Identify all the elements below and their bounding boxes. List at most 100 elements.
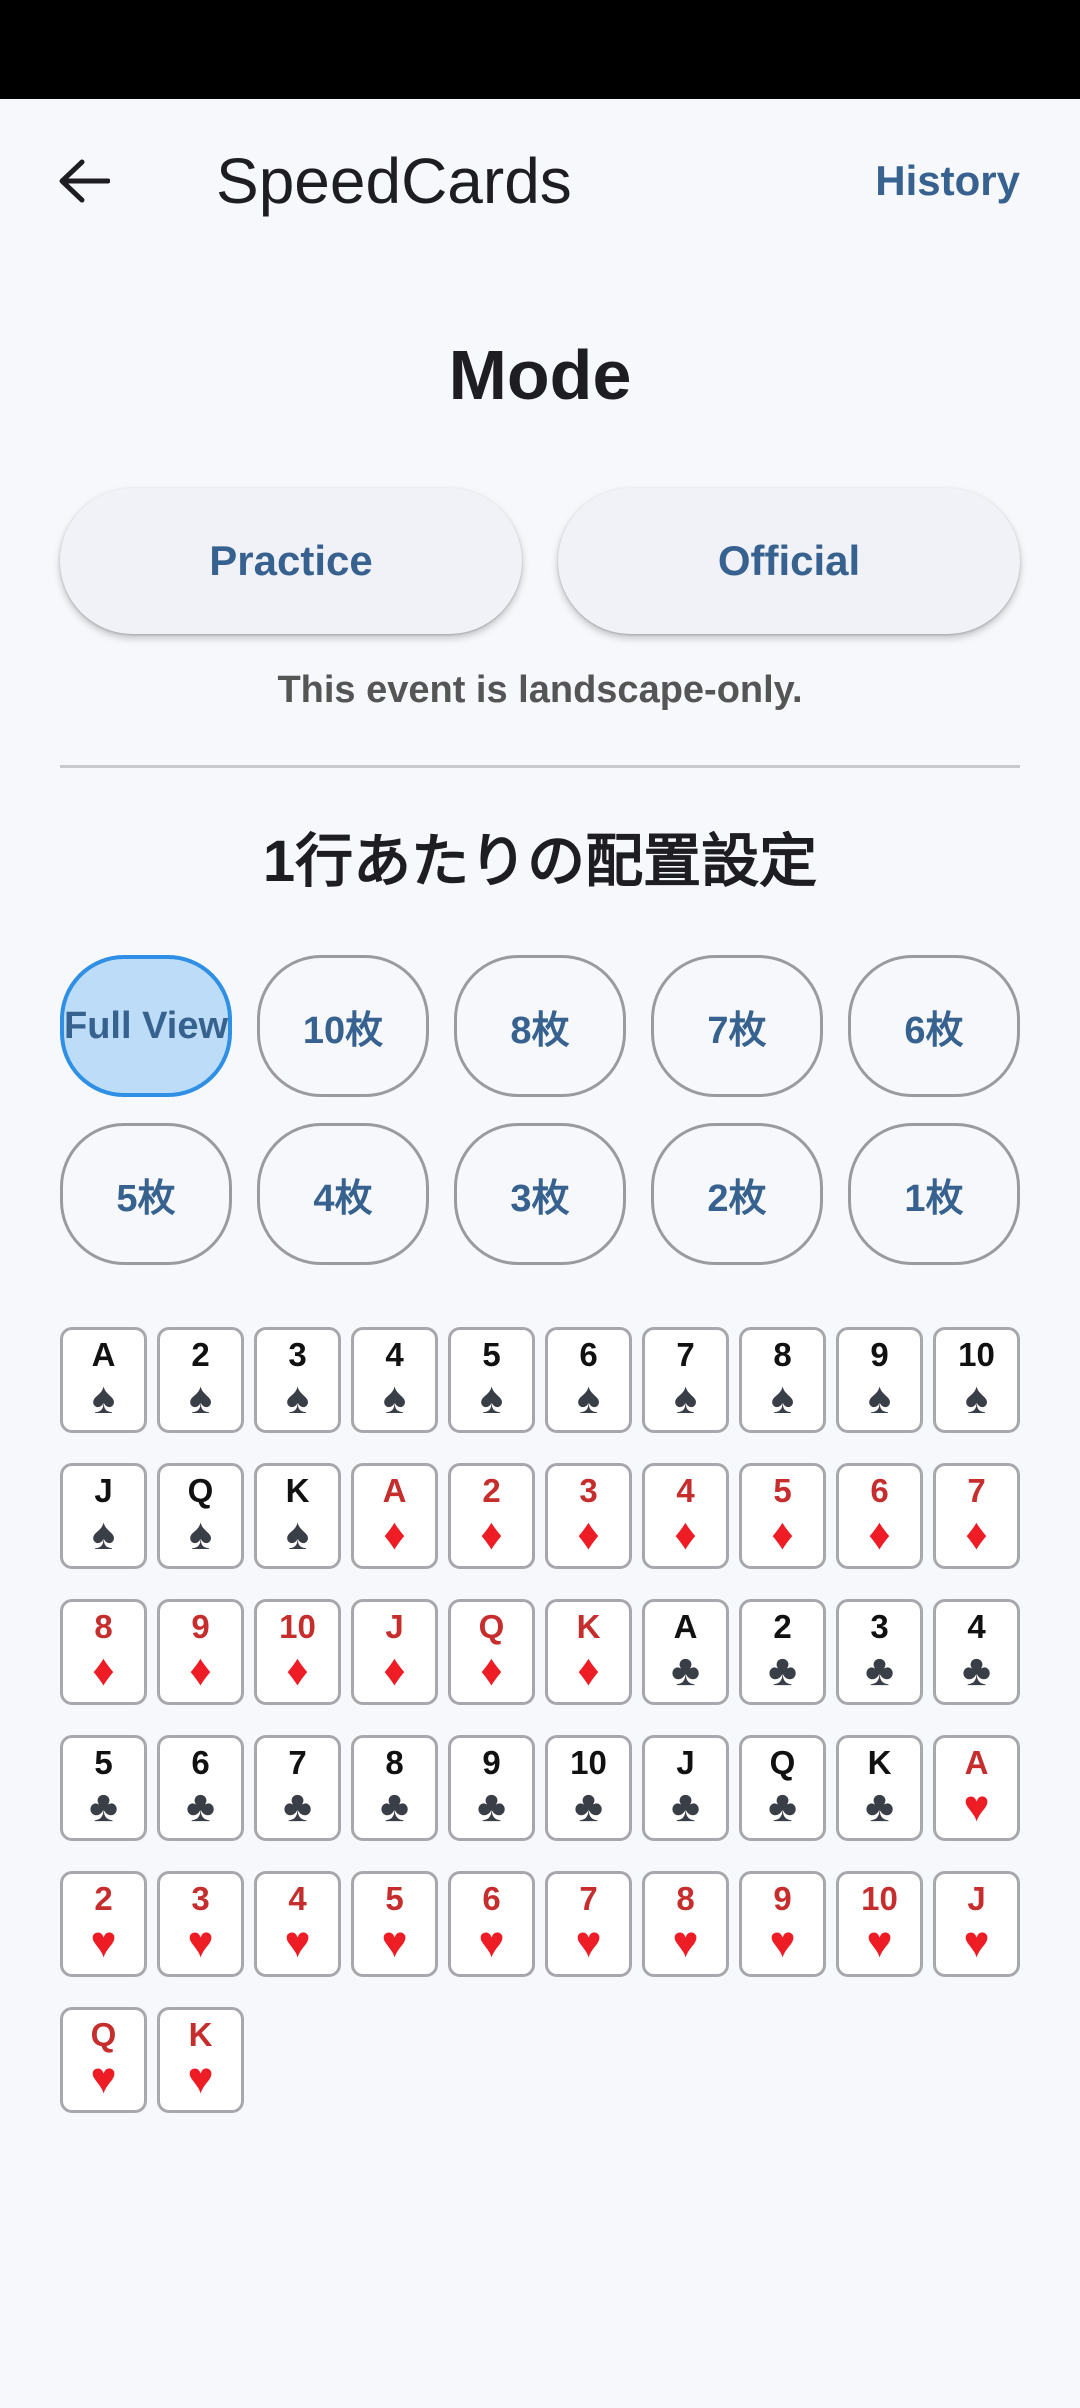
playing-card[interactable]: Q ♠: [157, 1463, 244, 1569]
playing-card[interactable]: K ♥: [157, 2007, 244, 2113]
heart-icon: ♥: [90, 1918, 117, 1967]
layout-option-chip[interactable]: 5枚: [60, 1123, 232, 1265]
playing-card[interactable]: 2 ♥: [60, 1871, 147, 1977]
playing-card[interactable]: 7 ♠: [642, 1327, 729, 1433]
back-button[interactable]: [44, 137, 124, 225]
spade-icon: ♠: [479, 1374, 504, 1423]
playing-card[interactable]: 9 ♣: [448, 1735, 535, 1841]
playing-card[interactable]: 8 ♣: [351, 1735, 438, 1841]
playing-card[interactable]: A ♣: [642, 1599, 729, 1705]
card-rank: 3: [288, 1336, 307, 1373]
heart-icon: ♥: [381, 1918, 408, 1967]
layout-option-chip[interactable]: 3枚: [454, 1123, 626, 1265]
card-rank: J: [676, 1744, 695, 1781]
club-icon: ♣: [380, 1782, 409, 1831]
card-rank: 7: [967, 1472, 986, 1509]
landscape-note: This event is landscape-only.: [277, 669, 803, 711]
club-icon: ♣: [89, 1782, 118, 1831]
heart-icon: ♥: [672, 1918, 699, 1967]
spade-icon: ♠: [285, 1374, 310, 1423]
card-rank: 3: [579, 1472, 598, 1509]
heart-icon: ♥: [187, 2054, 214, 2103]
club-icon: ♣: [283, 1782, 312, 1831]
playing-card[interactable]: 10 ♥: [836, 1871, 923, 1977]
playing-card[interactable]: 3 ♠: [254, 1327, 341, 1433]
playing-card[interactable]: 4 ♣: [933, 1599, 1020, 1705]
playing-card[interactable]: 5 ♠: [448, 1327, 535, 1433]
playing-card[interactable]: 9 ♠: [836, 1327, 923, 1433]
card-rank: 4: [967, 1608, 986, 1645]
practice-button[interactable]: Practice: [60, 488, 522, 634]
club-icon: ♣: [477, 1782, 506, 1831]
playing-card[interactable]: 9 ♥: [739, 1871, 826, 1977]
playing-card[interactable]: 2 ♣: [739, 1599, 826, 1705]
playing-card[interactable]: K ♠: [254, 1463, 341, 1569]
playing-card[interactable]: 7 ♣: [254, 1735, 341, 1841]
card-rank: 7: [676, 1336, 695, 1373]
layout-option-chip[interactable]: 1枚: [848, 1123, 1020, 1265]
history-button[interactable]: History: [875, 153, 1020, 209]
playing-card[interactable]: Q ♥: [60, 2007, 147, 2113]
playing-card[interactable]: K ♣: [836, 1735, 923, 1841]
playing-card[interactable]: 3 ♥: [157, 1871, 244, 1977]
heart-icon: ♥: [769, 1918, 796, 1967]
playing-card[interactable]: 6 ♣: [157, 1735, 244, 1841]
playing-card[interactable]: Q ♣: [739, 1735, 826, 1841]
playing-card[interactable]: 2 ♠: [157, 1327, 244, 1433]
playing-card[interactable]: 2 ♦: [448, 1463, 535, 1569]
playing-card[interactable]: A ♠: [60, 1327, 147, 1433]
playing-card[interactable]: 5 ♣: [60, 1735, 147, 1841]
playing-card[interactable]: 5 ♥: [351, 1871, 438, 1977]
heart-icon: ♥: [575, 1918, 602, 1967]
card-rank: 10: [861, 1880, 898, 1917]
card-grid: A ♠ 2 ♠ 3 ♠ 4 ♠ 5 ♠ 6 ♠ 7 ♠ 8 ♠ 9 ♠ 10 ♠ J ♠ Q ♠ K ♠ A ♦ 2 ♦ 3 ♦ 4 ♦ 5 ♦ 6 ♦ 7…: [60, 1327, 1020, 2113]
card-rank: 9: [482, 1744, 501, 1781]
playing-card[interactable]: A ♥: [933, 1735, 1020, 1841]
playing-card[interactable]: K ♦: [545, 1599, 632, 1705]
card-rank: 7: [579, 1880, 598, 1917]
playing-card[interactable]: 8 ♦: [60, 1599, 147, 1705]
playing-card[interactable]: 10 ♣: [545, 1735, 632, 1841]
playing-card[interactable]: 10 ♦: [254, 1599, 341, 1705]
layout-option-chip[interactable]: 7枚: [651, 955, 823, 1097]
playing-card[interactable]: 4 ♥: [254, 1871, 341, 1977]
card-rank: 8: [94, 1608, 113, 1645]
layout-option-chip[interactable]: 10枚: [257, 955, 429, 1097]
spade-icon: ♠: [964, 1374, 989, 1423]
diamond-icon: ♦: [577, 1646, 600, 1695]
official-button[interactable]: Official: [558, 488, 1020, 634]
arrow-left-icon: [59, 159, 110, 203]
playing-card[interactable]: 7 ♦: [933, 1463, 1020, 1569]
card-rank: 4: [385, 1336, 404, 1373]
playing-card[interactable]: 8 ♠: [739, 1327, 826, 1433]
playing-card[interactable]: A ♦: [351, 1463, 438, 1569]
playing-card[interactable]: 6 ♠: [545, 1327, 632, 1433]
playing-card[interactable]: 3 ♦: [545, 1463, 632, 1569]
playing-card[interactable]: Q ♦: [448, 1599, 535, 1705]
app-bar: SpeedCards History: [0, 99, 1080, 267]
layout-option-chip[interactable]: 4枚: [257, 1123, 429, 1265]
playing-card[interactable]: J ♠: [60, 1463, 147, 1569]
playing-card[interactable]: 4 ♦: [642, 1463, 729, 1569]
playing-card[interactable]: J ♥: [933, 1871, 1020, 1977]
playing-card[interactable]: 5 ♦: [739, 1463, 826, 1569]
playing-card[interactable]: 4 ♠: [351, 1327, 438, 1433]
playing-card[interactable]: 10 ♠: [933, 1327, 1020, 1433]
card-rank: 5: [385, 1880, 404, 1917]
layout-option-chip[interactable]: 6枚: [848, 955, 1020, 1097]
playing-card[interactable]: J ♣: [642, 1735, 729, 1841]
playing-card[interactable]: 6 ♥: [448, 1871, 535, 1977]
playing-card[interactable]: 9 ♦: [157, 1599, 244, 1705]
layout-option-chip[interactable]: 2枚: [651, 1123, 823, 1265]
playing-card[interactable]: 8 ♥: [642, 1871, 729, 1977]
playing-card[interactable]: 7 ♥: [545, 1871, 632, 1977]
layout-option-chip[interactable]: Full View: [60, 955, 232, 1097]
card-rank: Q: [187, 1472, 214, 1509]
playing-card[interactable]: 6 ♦: [836, 1463, 923, 1569]
layout-option-chip[interactable]: 8枚: [454, 955, 626, 1097]
spade-icon: ♠: [576, 1374, 601, 1423]
diamond-icon: ♦: [868, 1510, 891, 1559]
playing-card[interactable]: J ♦: [351, 1599, 438, 1705]
playing-card[interactable]: 3 ♣: [836, 1599, 923, 1705]
club-icon: ♣: [865, 1646, 894, 1695]
